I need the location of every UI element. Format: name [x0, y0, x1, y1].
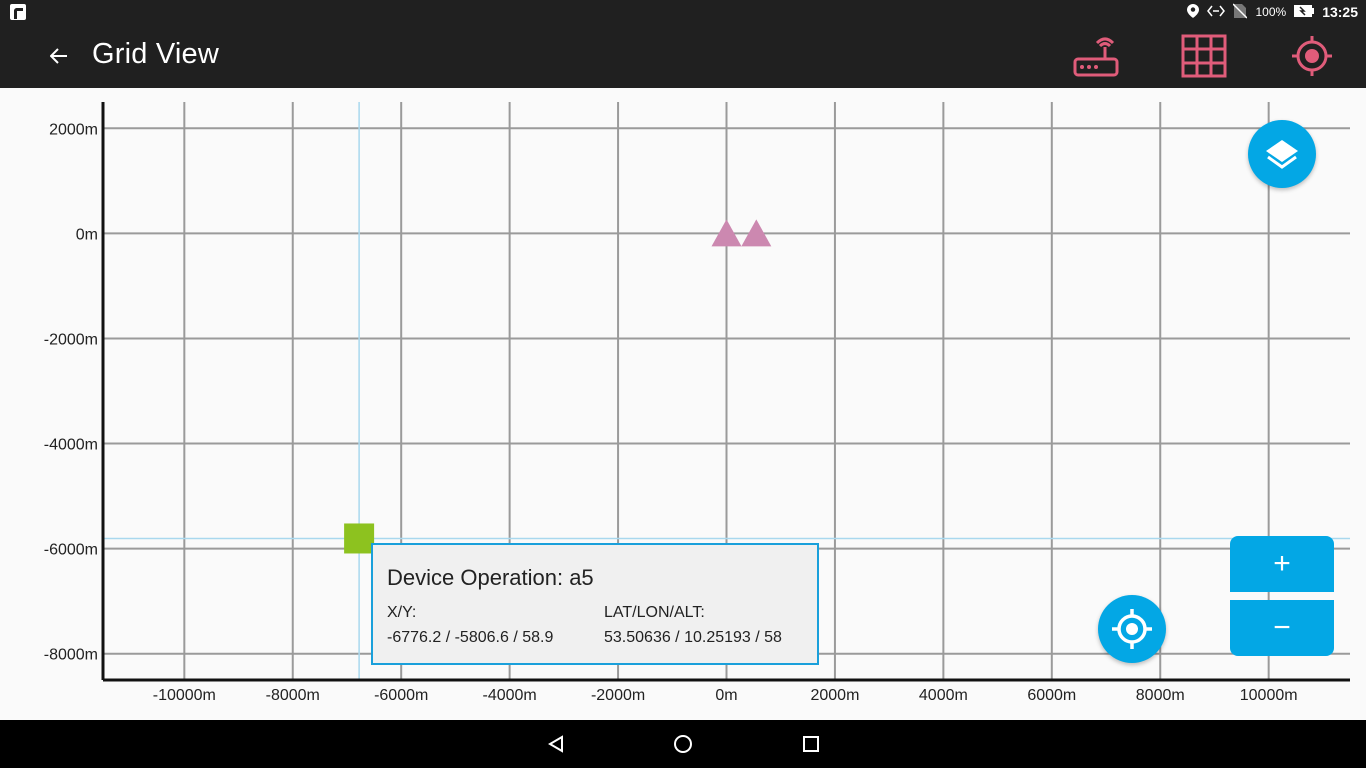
layers-icon: [1266, 140, 1298, 169]
x-tick-label: 8000m: [1136, 687, 1185, 704]
xy-value: -6776.2 / -5806.6 / 58.9: [387, 629, 554, 646]
x-tick-label: 10000m: [1240, 687, 1298, 704]
router-icon: [1073, 37, 1119, 77]
nav-home-icon: [674, 735, 692, 753]
x-tick-label: -10000m: [153, 687, 216, 704]
network-icon: [1207, 5, 1226, 20]
grid-icon: [1181, 34, 1227, 78]
clock: 13:25: [1322, 4, 1358, 20]
y-tick-label: 2000m: [49, 121, 98, 138]
status-bar-right: 100% 13:25: [1187, 0, 1358, 24]
nav-back-button[interactable]: [542, 732, 570, 756]
latlon-label: LAT/LON/ALT:: [604, 604, 705, 621]
target-button[interactable]: [1284, 30, 1340, 82]
crosshair-icon: [1112, 609, 1152, 649]
x-tick-label: -2000m: [591, 687, 645, 704]
x-tick-label: 2000m: [810, 687, 859, 704]
nav-home-button[interactable]: [669, 732, 697, 756]
y-tick-label: -6000m: [44, 542, 98, 559]
zoom-out-button[interactable]: −: [1230, 600, 1334, 656]
selected-device-marker: [344, 523, 375, 554]
battery-icon: [1294, 4, 1315, 21]
battery-label: 100%: [1255, 5, 1287, 19]
app-bar: Grid View: [0, 24, 1366, 88]
target-icon: [1292, 36, 1332, 76]
popup-title: Device Operation: a5: [387, 565, 594, 590]
zoom-in-button[interactable]: +: [1230, 536, 1334, 592]
device-info-popup: Device Operation: a5 X/Y: -6776.2 / -580…: [371, 543, 819, 665]
y-tick-label: -2000m: [44, 331, 98, 348]
page-title: Grid View: [92, 38, 219, 70]
nav-back-icon: [548, 735, 563, 753]
nav-recents-button[interactable]: [797, 732, 825, 756]
layers-button[interactable]: [1248, 120, 1316, 188]
x-tick-label: 6000m: [1027, 687, 1076, 704]
x-tick-label: -8000m: [266, 687, 320, 704]
back-button[interactable]: [44, 44, 74, 68]
x-tick-label: 0m: [715, 687, 737, 704]
y-tick-label: 0m: [76, 226, 98, 243]
app-notification-icon: [10, 4, 26, 20]
x-tick-label: -6000m: [374, 687, 428, 704]
no-sim-icon: [1232, 2, 1249, 22]
my-location-button[interactable]: [1098, 595, 1166, 663]
xy-label: X/Y:: [387, 604, 417, 621]
location-icon: [1187, 3, 1200, 21]
status-bar: 100% 13:25: [0, 0, 1366, 24]
x-tick-label: 4000m: [919, 687, 968, 704]
y-tick-label: -4000m: [44, 437, 98, 454]
latlon-value: 53.50636 / 10.25193 / 58: [604, 629, 782, 646]
x-tick-label: -4000m: [483, 687, 537, 704]
navigation-bar: [0, 720, 1366, 768]
nav-recents-icon: [803, 736, 819, 752]
y-tick-label: -8000m: [44, 647, 98, 664]
arrow-left-icon: [50, 48, 67, 64]
router-button[interactable]: [1068, 30, 1124, 82]
grid-view-button[interactable]: [1176, 30, 1232, 82]
